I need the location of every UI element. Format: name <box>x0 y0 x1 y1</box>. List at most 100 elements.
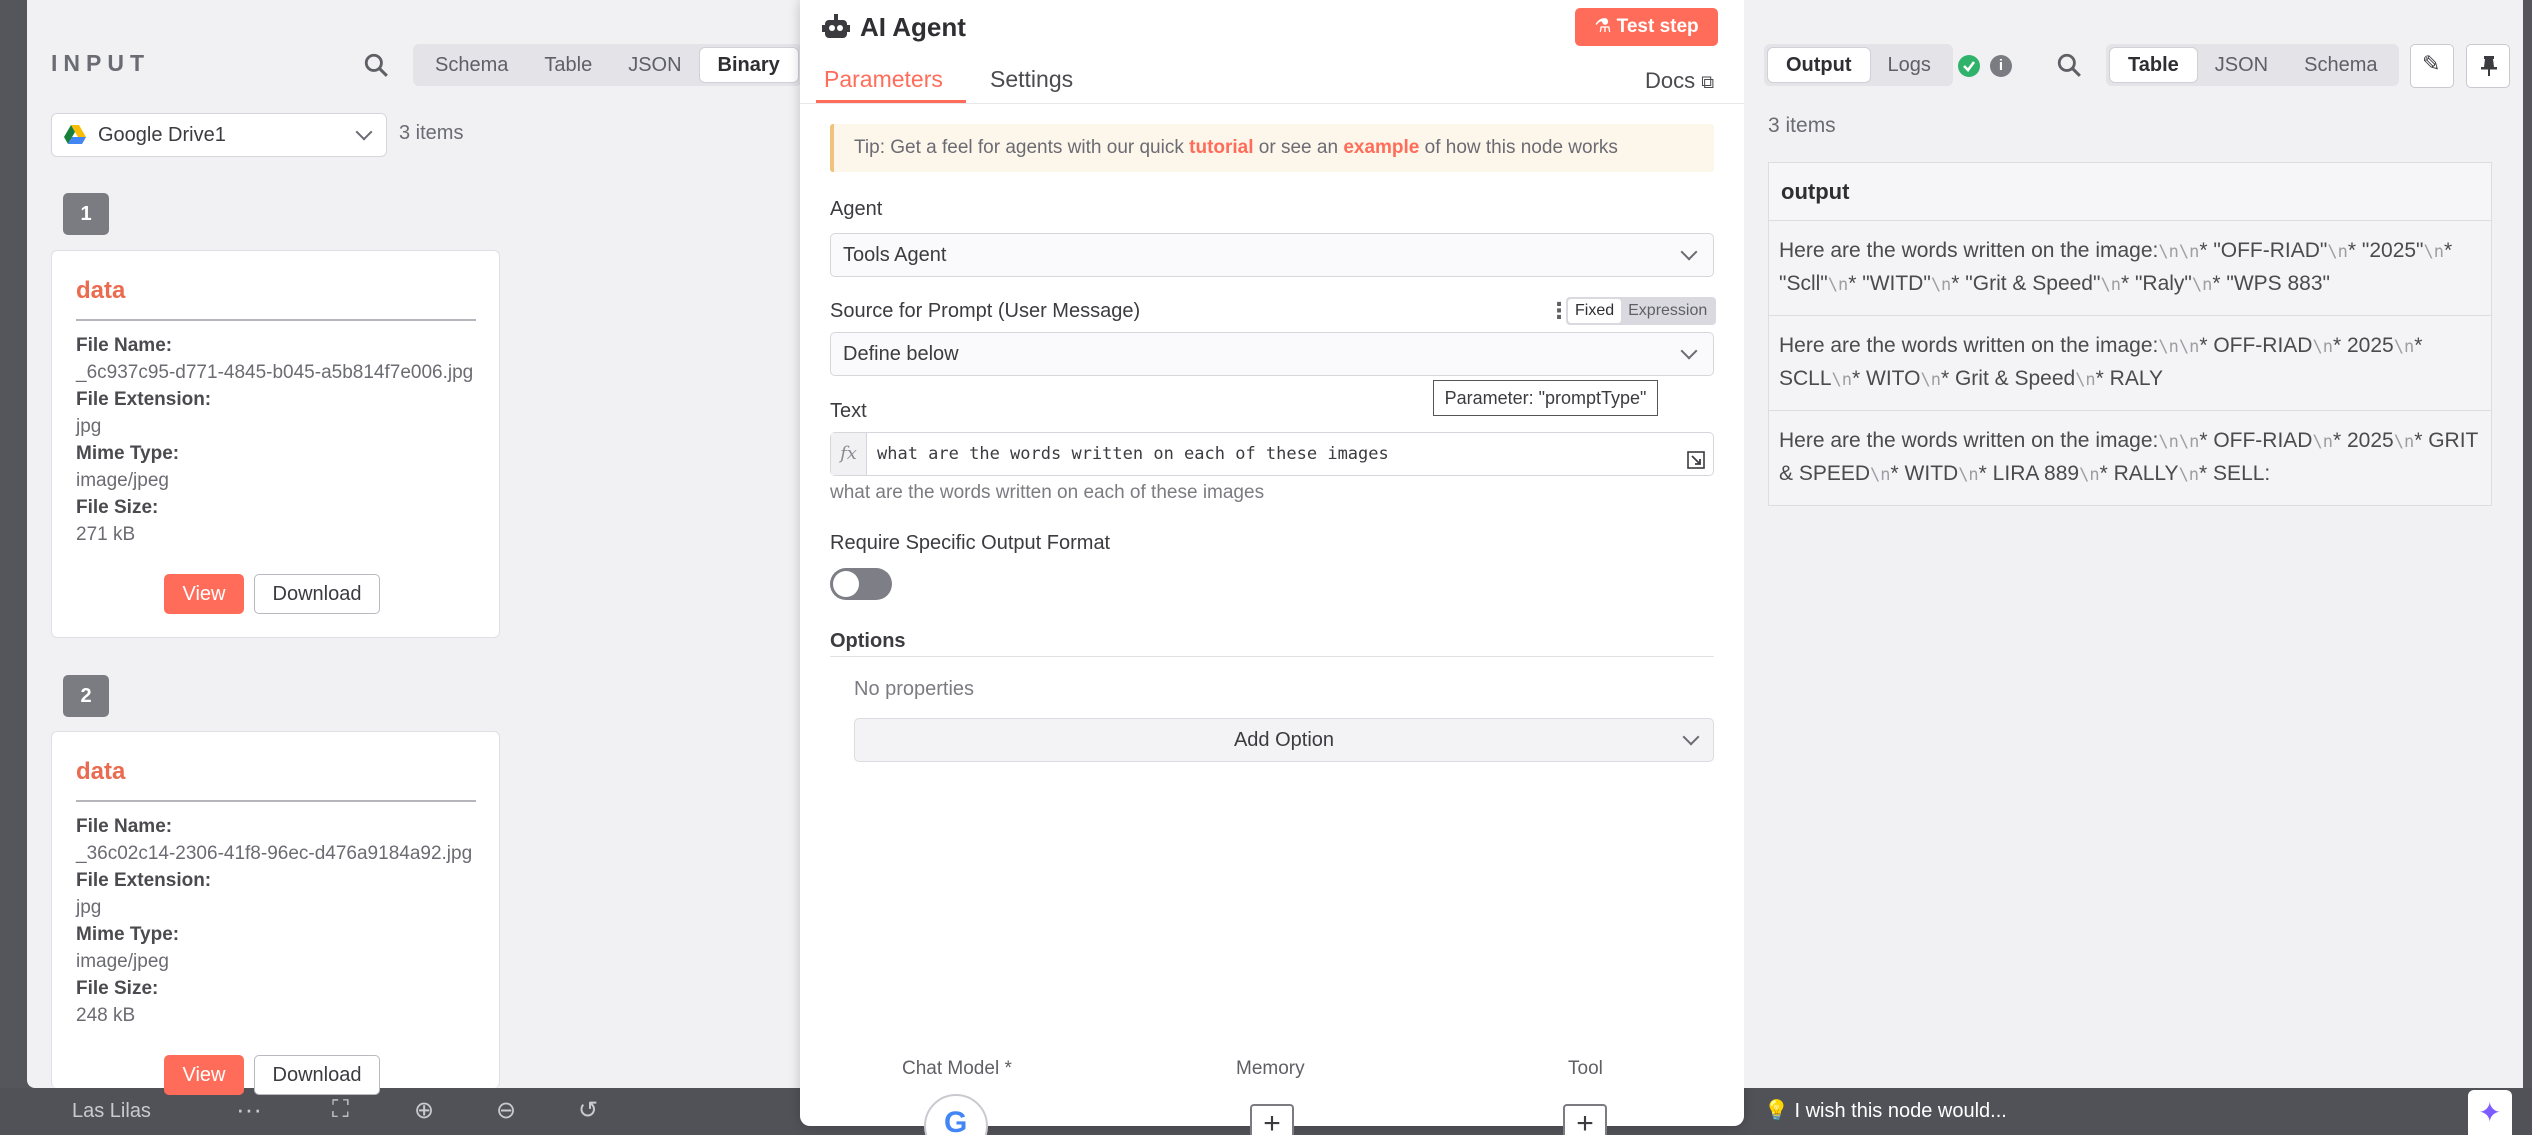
mime-type-value: image/jpeg <box>76 470 169 491</box>
example-link[interactable]: example <box>1343 137 1419 158</box>
mode-fixed[interactable]: Fixed <box>1568 299 1622 323</box>
tab-logs[interactable]: Logs <box>1870 48 1949 82</box>
output-view-schema[interactable]: Schema <box>2286 48 2395 82</box>
file-name-label: File Name: <box>76 335 173 356</box>
output-table: output Here are the words written on the… <box>1768 162 2492 506</box>
input-view-table[interactable]: Table <box>526 48 610 82</box>
chat-model-label: Chat Model * <box>902 1058 1012 1079</box>
newline-escape: \n <box>2312 337 2333 357</box>
node-settings-panel: AI Agent ⚗ Test step Parameters Settings… <box>800 0 1744 1135</box>
ai-assistant-button[interactable]: ✦ <box>2468 1090 2512 1135</box>
mime-type-value: image/jpeg <box>76 951 169 972</box>
add-memory-button[interactable]: + <box>1250 1104 1294 1135</box>
file-size-label: File Size: <box>76 978 159 999</box>
robot-icon <box>822 14 850 38</box>
input-node-name: Google Drive1 <box>98 123 226 146</box>
options-label: Options <box>830 630 906 652</box>
fx-icon: fx <box>831 433 867 475</box>
download-button[interactable]: Download <box>254 574 380 614</box>
google-drive-icon <box>64 125 86 144</box>
output-text: * WITO <box>1852 367 1921 390</box>
output-text: * WITD <box>1890 462 1959 485</box>
more-icon[interactable]: ··· <box>236 1094 262 1125</box>
output-text: Here are the words written on the image: <box>1779 334 2159 357</box>
add-option-label: Add Option <box>1233 729 1335 751</box>
output-view-table[interactable]: Table <box>2110 48 2197 82</box>
input-panel: INPUT Schema Table JSON Binary Google Dr… <box>27 0 823 1095</box>
add-tool-button[interactable]: + <box>1563 1104 1607 1135</box>
newline-escape: \n <box>2423 242 2444 262</box>
flask-icon: ⚗ <box>1594 16 1617 37</box>
node-title: AI Agent <box>860 12 966 42</box>
mime-type-label: Mime Type: <box>76 924 180 945</box>
output-text: * "WITD" <box>1848 272 1931 295</box>
docs-link[interactable]: Docs ⧉ <box>1645 68 1714 94</box>
source-for-prompt-select[interactable]: Define below <box>830 332 1714 376</box>
newline-escape: \n\n <box>2158 242 2200 262</box>
zoom-in-icon[interactable]: ⊕ <box>414 1096 434 1125</box>
tab-settings[interactable]: Settings <box>990 66 1073 93</box>
input-view-json[interactable]: JSON <box>610 48 699 82</box>
fixed-expression-toggle: Fixed Expression <box>1566 297 1717 325</box>
pin-data-button[interactable] <box>2466 44 2510 88</box>
tab-parameters[interactable]: Parameters <box>824 66 943 93</box>
output-text: Here are the words written on the image: <box>1779 239 2159 262</box>
output-text: Here are the words written on the image: <box>1779 429 2159 452</box>
add-option-button[interactable]: Add Option <box>854 718 1714 762</box>
reset-zoom-icon[interactable]: ↺ <box>578 1096 598 1125</box>
chat-model-node[interactable]: G <box>924 1094 988 1135</box>
zoom-out-icon[interactable]: ⊖ <box>496 1096 516 1125</box>
mode-expression[interactable]: Expression <box>1621 299 1714 323</box>
newline-escape: \n\n <box>2158 432 2200 452</box>
newline-escape: \n <box>1958 465 1979 485</box>
tool-label: Tool <box>1568 1058 1603 1079</box>
output-tab-switcher: Output Logs <box>1764 44 1953 86</box>
output-panel: Output Logs i Table JSON Schema ✎ 3 item… <box>1744 0 2523 1088</box>
edit-output-button[interactable]: ✎ <box>2410 44 2454 88</box>
memory-label: Memory <box>1236 1058 1305 1079</box>
search-icon[interactable] <box>363 52 389 78</box>
output-text: * 2025 <box>2332 429 2394 452</box>
fit-view-icon[interactable]: ⛶ <box>332 1096 349 1124</box>
search-icon[interactable] <box>2056 52 2082 78</box>
input-view-schema[interactable]: Schema <box>417 48 526 82</box>
file-extension-label: File Extension: <box>76 389 212 410</box>
newline-escape: \n <box>2191 275 2213 295</box>
view-button[interactable]: View <box>164 1055 244 1095</box>
success-check-icon <box>1958 55 1980 77</box>
binary-key: data <box>76 758 126 785</box>
test-step-button[interactable]: ⚗ Test step <box>1575 8 1718 46</box>
input-panel-title: INPUT <box>51 50 150 76</box>
download-button[interactable]: Download <box>254 1055 380 1095</box>
output-text: * "2025" <box>2347 239 2424 262</box>
newline-escape: \n <box>2178 465 2200 485</box>
file-extension-value: jpg <box>76 897 102 918</box>
expand-icon[interactable] <box>1687 451 1705 469</box>
file-size-value: 248 kB <box>76 1005 136 1026</box>
info-icon[interactable]: i <box>1990 55 2012 77</box>
source-select-value: Define below <box>843 343 959 365</box>
input-view-binary[interactable]: Binary <box>699 48 798 82</box>
newline-escape: \n <box>1920 370 1941 390</box>
prompt-text-input[interactable]: fx what are the words written on each of… <box>830 432 1714 476</box>
table-row: Here are the words written on the image:… <box>1769 411 2491 505</box>
output-text: * "Grit & Speed" <box>1951 272 2101 295</box>
view-button[interactable]: View <box>164 574 244 614</box>
output-text: * RALLY <box>2099 462 2179 485</box>
divider <box>830 656 1714 657</box>
feedback-prompt[interactable]: 💡 I wish this node would... <box>1764 1098 2007 1123</box>
output-view-json[interactable]: JSON <box>2197 48 2286 82</box>
tab-output[interactable]: Output <box>1768 48 1870 82</box>
binary-item-card: data File Name: _36c02c14-2306-41f8-96ec… <box>51 731 500 1095</box>
chevron-down-icon <box>1680 342 1698 360</box>
item-index-badge: 2 <box>63 675 109 717</box>
input-node-select[interactable]: Google Drive1 <box>51 113 387 157</box>
feedback-text: I wish this node would... <box>1794 1100 2007 1122</box>
agent-select[interactable]: Tools Agent <box>830 233 1714 277</box>
tutorial-link[interactable]: tutorial <box>1189 137 1253 158</box>
require-output-format-toggle[interactable] <box>830 568 892 600</box>
newline-escape: \n <box>2075 370 2096 390</box>
input-items-count: 3 items <box>399 122 464 144</box>
newline-escape: \n <box>1831 370 1853 390</box>
newline-escape: \n <box>2312 432 2333 452</box>
